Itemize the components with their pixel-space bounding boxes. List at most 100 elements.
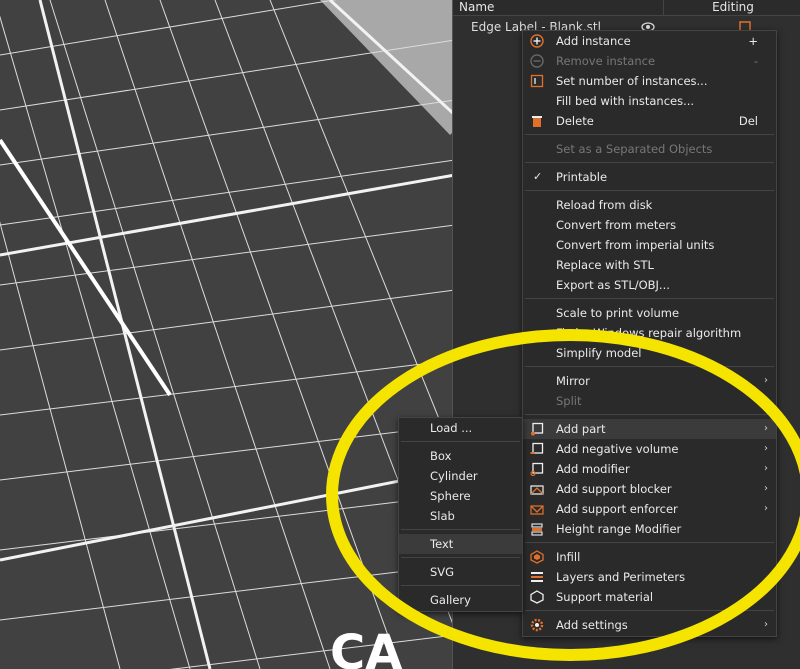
menu-item-label: Fill bed with instances... [556,94,695,108]
menu-item-label: Cylinder [430,469,478,483]
svg-text:CA: CA [330,625,402,669]
menu-item-split: Split › [523,391,776,411]
submenu-item-gallery[interactable]: Gallery [399,590,522,610]
menu-separator [401,557,520,558]
menu-item-label: Add modifier [556,462,630,476]
menu-item-label: Replace with STL [556,258,654,272]
submenu-item-slab[interactable]: Slab [399,506,522,526]
menu-item-add-negative[interactable]: Add negative volume › [523,439,776,459]
menu-item-replace-stl[interactable]: Replace with STL [523,255,776,275]
modifier-icon [530,462,544,476]
negative-volume-icon [530,442,544,454]
menu-separator [525,610,774,611]
menu-item-add-enforcer[interactable]: Add support enforcer › [523,499,776,519]
add-part-icon [531,422,544,436]
menu-separator [525,366,774,367]
menu-item-label: Add part [556,422,606,436]
support-blocker-icon [530,485,544,495]
submenu-arrow-icon: › [764,423,768,434]
menu-item-label: Delete [556,114,594,128]
menu-item-add-blocker[interactable]: Add support blocker › [523,479,776,499]
menu-item-label: Slab [430,509,455,523]
menu-item-layers[interactable]: Layers and Perimeters [523,567,776,587]
menu-item-infill[interactable]: Infill [523,547,776,567]
submenu-item-load[interactable]: Load ... [399,418,522,438]
menu-separator [525,298,774,299]
3d-viewport[interactable]: CA [0,0,455,669]
infill-icon [530,550,544,564]
menu-item-mirror[interactable]: Mirror › [523,371,776,391]
shortcut-label: + [748,34,758,48]
submenu-item-svg[interactable]: SVG [399,562,522,582]
menu-item-export[interactable]: Export as STL/OBJ... [523,275,776,295]
submenu-arrow-icon: › [764,443,768,454]
menu-item-label: Box [430,449,452,463]
menu-item-convert-imperial[interactable]: Convert from imperial units [523,235,776,255]
add-instance-icon [530,34,544,48]
column-header-editing[interactable]: Editing [663,0,800,16]
menu-item-label: Reload from disk [556,198,653,212]
print-bed-grid: CA [0,0,455,669]
menu-item-printable[interactable]: ✓ Printable [523,167,776,187]
menu-separator [525,162,774,163]
menu-item-add-modifier[interactable]: Add modifier › [523,459,776,479]
menu-item-label: Gallery [430,593,471,607]
menu-item-label: Remove instance [556,54,656,68]
submenu-item-sphere[interactable]: Sphere [399,486,522,506]
menu-item-delete[interactable]: Delete Del [523,111,776,131]
add-part-submenu: Load ... Box Cylinder Sphere Slab Text S… [398,417,523,612]
menu-item-label: Load ... [430,421,473,435]
menu-item-add-instance[interactable]: Add instance + [523,31,776,51]
menu-item-set-instances[interactable]: Set number of instances... [523,71,776,91]
menu-separator [525,414,774,415]
menu-separator [525,134,774,135]
object-context-menu: Add instance + Remove instance - Set num… [522,30,777,637]
support-material-icon [530,590,544,604]
remove-instance-icon [530,54,544,68]
menu-item-support[interactable]: Support material [523,587,776,607]
submenu-arrow-icon: › [764,463,768,474]
menu-separator [525,542,774,543]
column-header-name[interactable]: Name [453,0,667,16]
set-instances-icon [530,74,544,88]
menu-item-label: Support material [556,590,654,604]
menu-item-convert-meters[interactable]: Convert from meters [523,215,776,235]
shortcut-label: Del [738,114,758,128]
layers-icon [531,572,543,582]
menu-item-label: Convert from meters [556,218,677,232]
menu-item-scale[interactable]: Scale to print volume [523,303,776,323]
submenu-arrow-icon: › [764,503,768,514]
menu-item-label: Text [430,537,454,551]
menu-item-fix-windows[interactable]: Fix by Windows repair algorithm [523,323,776,343]
menu-item-label: Printable [556,170,608,184]
menu-item-label: Scale to print volume [556,306,680,320]
menu-item-fill-bed[interactable]: Fill bed with instances... [523,91,776,111]
submenu-item-cylinder[interactable]: Cylinder [399,466,522,486]
menu-item-label: Layers and Perimeters [556,570,686,584]
menu-item-label: Convert from imperial units [556,238,715,252]
submenu-item-text[interactable]: Text [399,534,522,554]
submenu-item-box[interactable]: Box [399,446,522,466]
shortcut-label: - [753,54,758,68]
height-range-icon [531,523,543,536]
menu-item-label: Set as a Separated Objects [556,142,713,156]
menu-item-label: Split [556,394,582,408]
menu-item-label: Mirror [556,374,590,388]
submenu-arrow-icon: › [764,375,768,386]
menu-item-label: Export as STL/OBJ... [556,278,670,292]
menu-item-label: Add instance [556,34,631,48]
menu-item-label: Simplify model [556,346,642,360]
check-icon: ✓ [533,170,543,183]
menu-item-height-range[interactable]: Height range Modifier [523,519,776,539]
menu-item-add-part[interactable]: Add part › [523,419,776,439]
menu-item-label: Infill [556,550,581,564]
menu-separator [401,585,520,586]
menu-item-label: Add support enforcer [556,502,678,516]
menu-item-label: Set number of instances... [556,74,708,88]
menu-item-label: SVG [430,565,455,579]
settings-icon [530,618,544,632]
menu-item-reload[interactable]: Reload from disk [523,195,776,215]
menu-item-simplify[interactable]: Simplify model [523,343,776,363]
menu-item-add-settings[interactable]: Add settings › [523,615,776,635]
menu-separator [401,529,520,530]
